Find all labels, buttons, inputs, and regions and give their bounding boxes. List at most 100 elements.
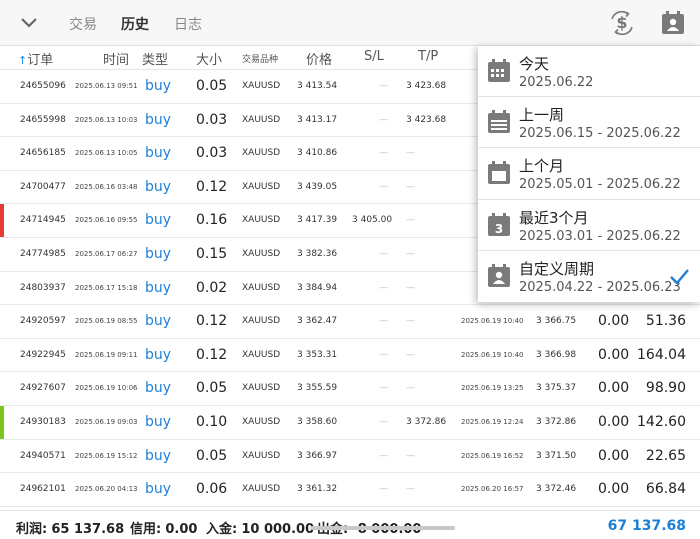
tab-history[interactable]: 历史: [121, 14, 149, 34]
column-header-symbol[interactable]: 交易品种: [242, 52, 278, 65]
cell-profit: 164.04: [637, 346, 686, 363]
cell-take-profit: —: [406, 215, 415, 226]
cell-close-time: 2025.06.19 10:40: [461, 350, 524, 359]
calendar-month-icon: [488, 161, 510, 185]
date-range-option[interactable]: 上一周 2025.06.15 - 2025.06.22: [478, 97, 700, 149]
cell-open-price: 3 366.97: [297, 450, 338, 461]
cell-take-profit: —: [406, 148, 415, 159]
column-header-tp[interactable]: T/P: [418, 49, 438, 64]
cell-order-id: 24803937: [20, 282, 66, 293]
profit-summary: 利润: 65 137.68: [16, 522, 125, 537]
cell-open-time: 2025.06.19 09:03: [75, 418, 138, 426]
cell-stop-loss: —: [379, 484, 388, 495]
column-header-volume[interactable]: 大小: [196, 49, 222, 68]
calendar-3-icon: 3: [488, 212, 510, 236]
calendar-week-icon: [488, 110, 510, 134]
cell-order-id: 24930183: [20, 417, 66, 427]
column-header-order[interactable]: ↑订单: [18, 49, 53, 68]
date-range-option[interactable]: 今天 2025.06.22: [478, 46, 700, 98]
table-row[interactable]: 24927607 2025.06.19 10:06 buy 0.05 XAUUSD 3 3…: [0, 372, 700, 406]
cell-stop-loss: —: [379, 181, 388, 192]
cell-stop-loss: —: [379, 349, 388, 360]
cell-fee: 0.00: [598, 346, 630, 363]
cell-open-time: 2025.06.16 03:48: [75, 182, 138, 191]
cell-fee: 0.00: [598, 447, 630, 464]
table-row[interactable]: 24940571 2025.06.19 15:12 buy 0.05 XAUUSD 3 3…: [0, 440, 700, 474]
cell-take-profit: —: [406, 383, 415, 394]
calendar-user-icon[interactable]: [660, 10, 686, 36]
cell-profit: 22.65: [645, 447, 686, 464]
cell-volume: 0.03: [196, 145, 228, 162]
cell-order-id: 24655096: [20, 81, 66, 91]
cell-close-price: 3 372.46: [536, 484, 577, 495]
cell-volume: 0.12: [196, 346, 228, 363]
cell-order-id: 24962101: [20, 484, 66, 495]
checkmark-icon: [670, 269, 689, 285]
cell-trade-type: buy: [145, 313, 172, 330]
cell-order-id: 24714945: [20, 215, 66, 226]
summary-footer: 利润: 65 137.68 信用: 0.00 入金: 10 000.00 出金:…: [0, 510, 700, 539]
cell-symbol: XAUUSD: [242, 383, 281, 394]
column-header-type[interactable]: 类型: [142, 49, 168, 68]
option-title: 上个月: [519, 157, 565, 176]
table-row[interactable]: 24962101 2025.06.20 04:13 buy 0.06 XAUUSD 3 3…: [0, 473, 700, 507]
cell-stop-loss: 3 405.00: [352, 215, 393, 226]
cell-stop-loss: —: [379, 450, 388, 461]
cell-take-profit: 3 372.86: [406, 417, 447, 427]
cell-fee: 0.00: [598, 313, 630, 330]
cell-open-price: 3 353.31: [297, 349, 338, 360]
cell-fee: 0.00: [598, 414, 630, 430]
cell-symbol: XAUUSD: [242, 484, 281, 495]
table-row[interactable]: 24930183 2025.06.19 09:03 buy 0.10 XAUUSD 3 3…: [0, 406, 700, 440]
cell-stop-loss: —: [379, 114, 388, 125]
cell-open-time: 2025.06.19 08:55: [75, 317, 138, 326]
cell-open-price: 3 358.60: [297, 417, 338, 427]
cell-stop-loss: —: [379, 148, 388, 159]
cell-volume: 0.10: [196, 414, 228, 430]
cell-take-profit: 3 423.68: [406, 81, 447, 91]
option-title: 今天: [519, 55, 550, 73]
cell-order-id: 24774985: [20, 249, 66, 259]
cell-fee: 0.00: [598, 380, 630, 397]
option-title: 最近3个月: [519, 208, 589, 227]
cell-stop-loss: —: [379, 81, 388, 91]
cell-take-profit: —: [406, 316, 415, 327]
cell-profit: 66.84: [645, 481, 686, 498]
date-range-option[interactable]: 自定义周期 2025.04.22 - 2025.06.23: [478, 251, 700, 302]
cell-symbol: XAUUSD: [242, 450, 281, 461]
cell-trade-type: buy: [145, 380, 172, 397]
balance-total: 67 137.68: [607, 518, 686, 534]
table-row[interactable]: 24922945 2025.06.19 09:11 buy 0.12 XAUUSD 3 3…: [0, 339, 700, 373]
home-indicator[interactable]: [310, 526, 455, 530]
cell-open-time: 2025.06.17 06:27: [75, 250, 138, 258]
cell-close-price: 3 375.37: [536, 383, 577, 394]
cell-open-time: 2025.06.20 04:13: [75, 485, 138, 494]
cell-take-profit: —: [406, 450, 415, 461]
tab-journal[interactable]: 日志: [174, 14, 202, 34]
cell-symbol: XAUUSD: [242, 81, 281, 91]
sort-ascending-icon: ↑: [18, 54, 28, 67]
cell-trade-type: buy: [145, 111, 172, 128]
cell-volume: 0.15: [196, 246, 228, 262]
currency-exchange-icon[interactable]: $: [609, 10, 635, 36]
column-header-price[interactable]: 价格: [306, 49, 332, 68]
cell-volume: 0.12: [196, 178, 228, 195]
date-range-option[interactable]: 3 最近3个月 2025.03.01 - 2025.06.22: [478, 200, 700, 251]
column-header-time[interactable]: 时间: [103, 49, 129, 68]
date-range-option[interactable]: 上个月 2025.05.01 - 2025.06.22: [478, 148, 700, 200]
cell-symbol: XAUUSD: [242, 316, 281, 327]
chevron-down-icon[interactable]: [18, 11, 40, 33]
option-date-range: 2025.05.01 - 2025.06.22: [519, 177, 681, 193]
cell-open-price: 3 413.54: [297, 81, 338, 91]
cell-open-time: 2025.06.13 09:51: [75, 82, 138, 90]
cell-volume: 0.12: [196, 313, 228, 330]
cell-open-time: 2025.06.13 10:03: [75, 115, 138, 124]
table-row[interactable]: 24920597 2025.06.19 08:55 buy 0.12 XAUUSD 3 3…: [0, 305, 700, 339]
cell-close-price: 3 371.50: [536, 450, 577, 461]
cell-symbol: XAUUSD: [242, 181, 281, 192]
cell-trade-type: buy: [145, 279, 172, 296]
column-header-sl[interactable]: S/L: [364, 49, 384, 64]
top-toolbar: 交易 历史 日志 $: [0, 0, 700, 46]
tab-trade[interactable]: 交易: [69, 14, 97, 34]
cell-open-price: 3 439.05: [297, 181, 338, 192]
